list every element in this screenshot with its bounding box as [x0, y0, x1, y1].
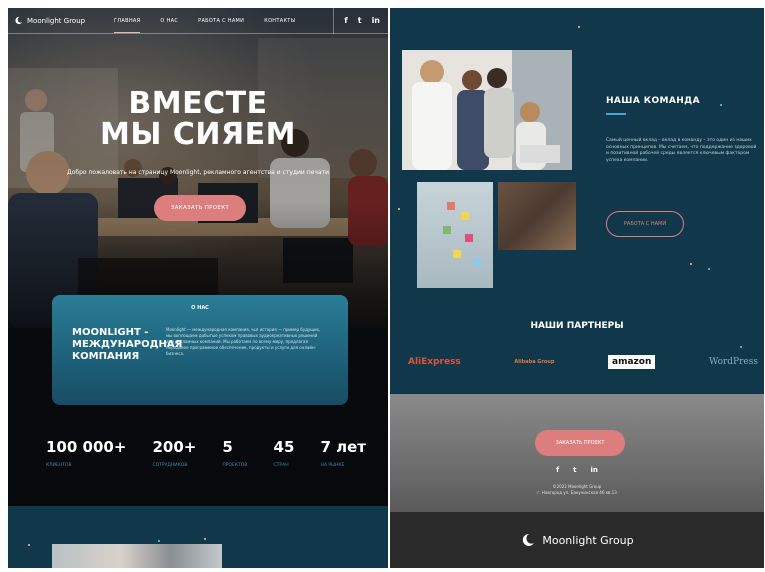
twitter-icon[interactable]: t	[573, 466, 576, 474]
nav-link-about[interactable]: О НАС	[150, 18, 188, 24]
hero-title-line-1: ВМЕСТЕ	[128, 86, 268, 121]
sparkle-decoration	[690, 263, 692, 265]
facebook-icon[interactable]: f	[344, 16, 347, 25]
stat-number: 5	[222, 438, 233, 456]
sticky-notes-photo	[417, 182, 493, 288]
homepage-mockup: Moonlight Group ГЛАВНАЯ О НАС РАБОТА С Н…	[8, 8, 388, 568]
stats-row: 100 000+ КЛИЕНТОВ 200+ СОТРУДНИКОВ 5 ПРО…	[46, 438, 366, 468]
meeting-room-photo	[498, 182, 576, 250]
stat-number: 100 000+	[46, 438, 127, 456]
about-heading: О НАС	[191, 305, 209, 311]
team-photo-main	[402, 50, 572, 170]
nav-links: ГЛАВНАЯ О НАС РАБОТА С НАМИ КОНТАКТЫ	[104, 18, 333, 33]
hero-subtitle: Добро пожаловать на страницу Moonlight, …	[67, 169, 329, 176]
work-with-us-button[interactable]: РАБОТА С НАМИ	[606, 211, 684, 237]
twitter-icon[interactable]: t	[358, 16, 362, 25]
hero-section	[8, 8, 388, 328]
sticky-note	[465, 234, 473, 242]
team-section-preview	[8, 506, 388, 568]
team-title: НАША КОМАНДА	[606, 96, 700, 106]
sparkle-decoration	[740, 346, 742, 348]
nav-link-contacts[interactable]: КОНТАКТЫ	[254, 18, 305, 24]
nav-social-links: f t in	[333, 8, 388, 34]
stat-label: НА РЫНКЕ	[320, 463, 345, 468]
sticky-note	[447, 202, 455, 210]
sparkle-decoration	[708, 268, 710, 270]
amazon-logo[interactable]: amazon	[608, 355, 656, 369]
partners-title: НАШИ ПАРТНЕРЫ	[530, 321, 624, 331]
aliexpress-logo[interactable]: AliExpress	[408, 357, 461, 367]
nav-link-work-with-us[interactable]: РАБОТА С НАМИ	[188, 18, 254, 24]
nav-link-home[interactable]: ГЛАВНАЯ	[104, 18, 150, 33]
stat-number: 200+	[152, 438, 197, 456]
sparkle-decoration	[578, 26, 580, 28]
title-underline	[606, 113, 626, 115]
footer-order-project-button[interactable]: ЗАКАЗАТЬ ПРОЕКТ	[535, 430, 625, 456]
stat-label: КЛИЕНТОВ	[46, 463, 72, 468]
stat-label: СТРАН	[273, 463, 289, 468]
sticky-note	[443, 226, 451, 234]
stat-countries: 45 СТРАН	[274, 438, 295, 468]
sticky-note	[461, 212, 469, 220]
about-company-name: MOONLIGHT - МЕЖДУНАРОДНАЯ КОМПАНИЯ	[72, 327, 183, 362]
screenshot-frame: Moonlight Group ГЛАВНАЯ О НАС РАБОТА С Н…	[0, 0, 765, 572]
linkedin-icon[interactable]: in	[372, 16, 380, 25]
footer-cta: ЗАКАЗАТЬ ПРОЕКТ f t in ©2022 Moonlight G…	[390, 394, 764, 512]
team-photo-illustration	[402, 50, 572, 170]
sparkle-decoration	[28, 544, 30, 546]
about-description: Moonlight — международная компания, чья …	[166, 327, 321, 356]
stat-employees: 200+ СОТРУДНИКОВ	[152, 438, 196, 468]
sparkle-decoration	[398, 208, 400, 210]
hero-title: ВМЕСТЕ МЫ СИЯЕМ	[8, 88, 388, 150]
sparkle-decoration	[720, 104, 722, 106]
team-photo-preview	[52, 544, 222, 568]
stat-projects: 5 ПРОЕКТОВ	[222, 438, 247, 468]
sticky-note	[473, 258, 481, 266]
footer-copyright: ©2022 Moonlight Group г. Новгород ул. Ба…	[390, 484, 764, 496]
partners-logos: AliExpress Alibaba Group amazon WordPres…	[408, 355, 758, 369]
team-page-mockup: НАША КОМАНДА Самый ценный вклад – вклад …	[390, 8, 764, 568]
stat-label: ПРОЕКТОВ	[222, 463, 248, 468]
nav-logo[interactable]: Moonlight Group	[8, 16, 104, 25]
stat-years: 7 лет НА РЫНКЕ	[320, 438, 366, 468]
moon-logo-icon	[15, 16, 23, 25]
sparkle-decoration	[204, 538, 206, 540]
moon-logo-icon	[523, 533, 535, 546]
facebook-icon[interactable]: f	[556, 466, 559, 474]
stat-label: СОТРУДНИКОВ	[152, 463, 188, 468]
stat-number: 45	[273, 438, 295, 456]
address-line: г. Новгород ул. Бакунинская 46 кв.13	[537, 490, 617, 495]
wordpress-logo[interactable]: WordPress	[709, 357, 758, 367]
stat-clients: 100 000+ КЛИЕНТОВ	[46, 438, 126, 468]
footer-social-links: f t in	[390, 466, 764, 474]
sticky-note	[453, 250, 461, 258]
sparkle-decoration	[158, 540, 160, 542]
team-description: Самый ценный вклад – вклад в команду – э…	[606, 138, 757, 163]
logo-text: Moonlight Group	[27, 16, 86, 25]
footer-brand-name: Moonlight Group	[542, 533, 634, 547]
linkedin-icon[interactable]: in	[591, 466, 598, 474]
stat-number: 7 лет	[320, 438, 366, 456]
hero-title-line-2: МЫ СИЯЕМ	[100, 117, 296, 152]
footer-brand-bar: Moonlight Group	[390, 512, 764, 568]
hero-overlay	[8, 8, 388, 328]
order-project-button[interactable]: ЗАКАЗАТЬ ПРОЕКТ	[154, 195, 246, 221]
top-navigation: Moonlight Group ГЛАВНАЯ О НАС РАБОТА С Н…	[8, 8, 388, 34]
alibaba-logo[interactable]: Alibaba Group	[514, 359, 554, 365]
about-card: О НАС MOONLIGHT - МЕЖДУНАРОДНАЯ КОМПАНИЯ…	[52, 295, 348, 405]
